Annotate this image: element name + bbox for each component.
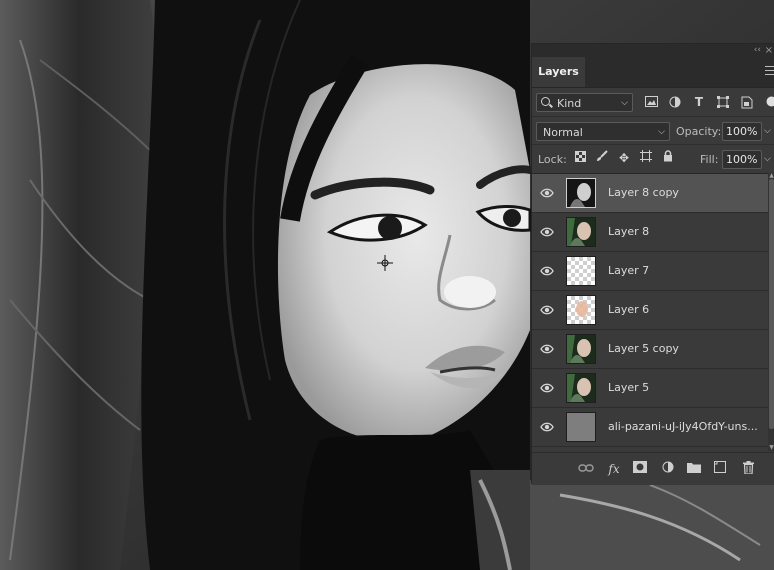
lock-position-icon[interactable]: ✥ xyxy=(617,150,631,166)
layer-thumbnail xyxy=(566,178,596,208)
filter-row: Kind ⌵ T xyxy=(532,88,774,116)
opacity-input[interactable]: 100% xyxy=(722,122,762,141)
opacity-chevron-icon[interactable]: ⌵ xyxy=(764,122,771,141)
chevron-down-icon: ⌵ xyxy=(658,127,665,137)
trash-icon[interactable] xyxy=(740,461,756,477)
lock-all-icon[interactable] xyxy=(661,150,675,166)
layer-thumbnail xyxy=(566,412,596,442)
smart-object-filter-icon[interactable] xyxy=(740,96,754,109)
blend-mode-dropdown[interactable]: Normal ⌵ xyxy=(536,122,670,141)
layer-name[interactable]: Layer 5 copy xyxy=(608,330,766,368)
layer-name[interactable]: Layer 6 xyxy=(608,291,766,329)
scrollbar-thumb[interactable] xyxy=(769,179,774,429)
layer-name[interactable]: Layer 8 xyxy=(608,213,766,251)
shape-filter-icon[interactable] xyxy=(716,96,730,109)
layer-row[interactable]: Layer 6 xyxy=(532,291,768,330)
lock-row: Lock: ✥ Fill: 100% ⌵ xyxy=(532,144,774,173)
eye-visibility-icon[interactable] xyxy=(540,420,554,434)
layer-thumbnail xyxy=(566,256,596,286)
fill-input[interactable]: 100% xyxy=(722,150,762,169)
filter-toggle-icon[interactable] xyxy=(764,96,774,109)
blend-mode-value: Normal xyxy=(543,126,583,139)
layers-scrollbar[interactable]: ▲ ▼ xyxy=(768,173,774,451)
layer-name[interactable]: Layer 8 copy xyxy=(608,174,766,212)
layers-list: Layer 8 copy Layer 8 Layer 7 Layer 6 Lay… xyxy=(532,173,768,452)
type-filter-icon[interactable]: T xyxy=(692,96,706,109)
kind-filter-label: Kind xyxy=(557,97,582,110)
eye-visibility-icon[interactable] xyxy=(540,225,554,239)
close-panel-icon[interactable]: × xyxy=(765,44,773,57)
fx-icon[interactable]: fx xyxy=(606,461,622,477)
panel-tabbar: Layers xyxy=(532,57,774,88)
lock-paint-icon[interactable] xyxy=(595,150,609,166)
layers-panel: ‹‹ × Layers Kind ⌵ T Normal ⌵ Opacity: 1… xyxy=(531,43,774,485)
fill-label: Fill: xyxy=(700,153,719,166)
panel-menu-icon[interactable] xyxy=(765,66,774,76)
adjustment-layer-icon[interactable] xyxy=(660,461,676,477)
layer-name[interactable]: ali-pazani-uJ-iJy4OfdY-uns... xyxy=(608,408,766,446)
lock-artboard-icon[interactable] xyxy=(639,150,653,166)
layers-bottom-toolbar: fx xyxy=(532,452,774,485)
new-layer-icon[interactable] xyxy=(712,461,728,477)
blend-row: Normal ⌵ Opacity: 100% ⌵ xyxy=(532,116,774,145)
layer-thumbnail xyxy=(566,217,596,247)
scroll-down-icon[interactable]: ▼ xyxy=(768,445,774,451)
layer-thumbnail xyxy=(566,334,596,364)
adjustment-filter-icon[interactable] xyxy=(668,96,682,109)
eye-visibility-icon[interactable] xyxy=(540,264,554,278)
lock-label: Lock: xyxy=(538,153,567,166)
link-layers-icon[interactable] xyxy=(578,461,594,477)
eye-visibility-icon[interactable] xyxy=(540,303,554,317)
opacity-label: Opacity: xyxy=(676,125,722,138)
layer-thumbnail xyxy=(566,373,596,403)
layer-row[interactable]: Layer 8 copy xyxy=(532,174,768,213)
tab-layers[interactable]: Layers xyxy=(532,57,585,87)
crosshair-target-icon xyxy=(377,255,393,271)
layer-name[interactable]: Layer 7 xyxy=(608,252,766,290)
layer-row[interactable]: ali-pazani-uJ-iJy4OfdY-uns... xyxy=(532,408,768,447)
layer-row[interactable]: Layer 7 xyxy=(532,252,768,291)
group-folder-icon[interactable] xyxy=(686,461,702,477)
collapse-panel-icon[interactable]: ‹‹ xyxy=(754,44,761,57)
layer-row[interactable]: Layer 8 xyxy=(532,213,768,252)
layer-thumbnail xyxy=(566,295,596,325)
eye-visibility-icon[interactable] xyxy=(540,186,554,200)
add-mask-icon[interactable] xyxy=(632,461,648,477)
layer-name[interactable]: Layer 5 xyxy=(608,369,766,407)
search-icon xyxy=(541,97,550,106)
image-filter-icon[interactable] xyxy=(644,96,658,109)
layer-row[interactable]: Layer 5 copy xyxy=(532,330,768,369)
eye-visibility-icon[interactable] xyxy=(540,381,554,395)
fill-chevron-icon[interactable]: ⌵ xyxy=(764,150,771,169)
kind-filter-dropdown[interactable]: Kind ⌵ xyxy=(536,93,633,112)
layer-row[interactable]: Layer 5 xyxy=(532,369,768,408)
panel-titlebar[interactable]: ‹‹ × xyxy=(532,44,774,57)
chevron-down-icon: ⌵ xyxy=(621,98,628,108)
lock-transparent-icon[interactable] xyxy=(573,150,587,166)
eye-visibility-icon[interactable] xyxy=(540,342,554,356)
